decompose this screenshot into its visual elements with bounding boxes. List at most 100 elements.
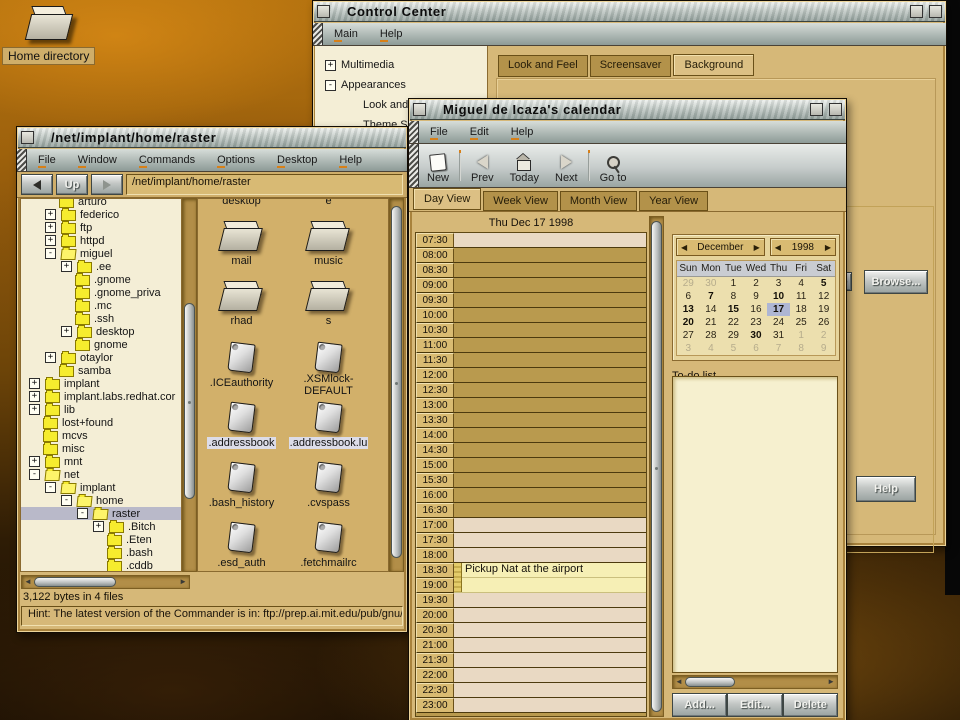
tree-toggle-icon[interactable]: - — [325, 80, 336, 91]
day-row-2230[interactable]: 22:30 — [416, 683, 646, 698]
calendar-day[interactable]: 10 — [767, 290, 790, 303]
cc-tree-item-appearances[interactable]: -Appearances — [315, 75, 487, 95]
calendar-day[interactable]: 2 — [745, 277, 768, 290]
tree-item-ee[interactable]: +.ee — [21, 260, 181, 273]
file-item-xa[interactable]: .Xa — [372, 339, 389, 399]
menu-help[interactable]: Help — [500, 123, 545, 142]
tab-screensaver[interactable]: Screensaver — [590, 55, 672, 77]
tree-toggle-icon[interactable]: + — [45, 222, 56, 233]
prev-year-icon[interactable]: ◀ — [775, 243, 781, 252]
day-row-0900[interactable]: 09:00 — [416, 278, 646, 293]
day-row-1430[interactable]: 14:30 — [416, 443, 646, 458]
appointment-handle[interactable] — [454, 563, 462, 592]
file-item-desktop[interactable]: desktop — [198, 198, 285, 219]
year-selector[interactable]: ◀ 1998 ▶ — [770, 238, 836, 256]
maximize-button[interactable] — [829, 103, 842, 116]
tree-toggle-icon[interactable]: - — [45, 248, 56, 259]
file-item-fv[interactable]: .fv — [372, 519, 389, 572]
day-row-1200[interactable]: 12:00 — [416, 368, 646, 383]
tree-item-ftp[interactable]: +ftp — [21, 221, 181, 234]
menu-commands[interactable]: Commands — [128, 151, 206, 170]
drag-handle[interactable] — [409, 144, 419, 187]
calendar-day[interactable]: 15 — [722, 303, 745, 316]
tree-item-home[interactable]: -home — [21, 494, 181, 507]
day-row-1300[interactable]: 13:00 — [416, 398, 646, 413]
edit-button[interactable]: Edit... — [727, 693, 782, 717]
file-item-e[interactable]: e — [285, 198, 372, 219]
scrollbar-thumb[interactable] — [685, 677, 735, 687]
path-entry[interactable]: /net/implant/home/raster — [126, 174, 403, 195]
home-directory-icon[interactable]: Home directory — [2, 6, 152, 65]
tree-item-mcvs[interactable]: mcvs — [21, 429, 181, 442]
icon-panel-scrollbar[interactable] — [389, 198, 404, 572]
menu-help[interactable]: Help — [328, 151, 373, 170]
calendar-day[interactable]: 19 — [812, 303, 835, 316]
browse-button[interactable]: Browse... — [864, 270, 928, 294]
menu-options[interactable]: Options — [206, 151, 266, 170]
toolbar-today-button[interactable]: Today — [502, 144, 547, 187]
iconify-button[interactable] — [810, 103, 823, 116]
day-row-2100[interactable]: 21:00 — [416, 638, 646, 653]
calendar-day[interactable]: 29 — [722, 329, 745, 342]
calendar-day[interactable]: 8 — [790, 342, 813, 355]
day-row-1630[interactable]: 16:30 — [416, 503, 646, 518]
calendar-day[interactable]: 30 — [745, 329, 768, 342]
tree-item-samba[interactable]: samba — [21, 364, 181, 377]
day-row-1400[interactable]: 14:00 — [416, 428, 646, 443]
day-row-0830[interactable]: 08:30 — [416, 263, 646, 278]
scrollbar-thumb[interactable] — [651, 221, 662, 712]
calendar-day[interactable]: 27 — [677, 329, 700, 342]
tab-look-and-feel[interactable]: Look and Feel — [498, 55, 588, 77]
tree-toggle-icon[interactable]: + — [29, 404, 40, 415]
day-view-scrollbar[interactable] — [649, 216, 664, 717]
file-item-addressbook[interactable]: .addressbook — [198, 399, 285, 459]
calendar-day[interactable]: 16 — [745, 303, 768, 316]
calendar-day[interactable]: 4 — [700, 342, 723, 355]
tree-item-eten[interactable]: .Eten — [21, 533, 181, 546]
calendar-day[interactable]: 25 — [790, 316, 813, 329]
tree-toggle-icon[interactable]: + — [29, 378, 40, 389]
toolbar-prev-button[interactable]: Prev — [463, 144, 502, 187]
day-row-2200[interactable]: 22:00 — [416, 668, 646, 683]
day-row-1030[interactable]: 10:30 — [416, 323, 646, 338]
calendar-day[interactable]: 28 — [700, 329, 723, 342]
delete-button[interactable]: Delete — [783, 693, 838, 717]
day-row-1330[interactable]: 13:30 — [416, 413, 646, 428]
todo-list[interactable] — [672, 376, 838, 673]
calendar-day-selected[interactable]: 17 — [767, 303, 790, 316]
tree-item-gnome[interactable]: gnome — [21, 338, 181, 351]
tree-item-cddb[interactable]: .cddb — [21, 559, 181, 572]
calendar-day[interactable]: 5 — [812, 277, 835, 290]
tree-toggle-icon[interactable]: + — [61, 326, 72, 337]
prev-month-icon[interactable]: ◀ — [681, 243, 687, 252]
toolbar-go-to-button[interactable]: Go to — [592, 144, 635, 187]
file-item[interactable] — [372, 279, 389, 339]
calendar-day[interactable]: 21 — [700, 316, 723, 329]
forward-button[interactable] — [91, 174, 123, 195]
tree-item-gnome[interactable]: .gnome — [21, 273, 181, 286]
calendar-day[interactable]: 26 — [812, 316, 835, 329]
calendar-day[interactable]: 13 — [677, 303, 700, 316]
day-row-1730[interactable]: 17:30 — [416, 533, 646, 548]
file-item-rhad[interactable]: rhad — [198, 279, 285, 339]
calendar-day[interactable]: 8 — [722, 290, 745, 303]
toolbar-new-button[interactable]: New — [419, 144, 457, 187]
tree-item-mnt[interactable]: +mnt — [21, 455, 181, 468]
calendar-day[interactable]: 12 — [812, 290, 835, 303]
window-menu-button[interactable] — [413, 103, 426, 116]
tree-item-arturo[interactable]: arturo — [21, 198, 181, 208]
tree-toggle-icon[interactable]: + — [325, 60, 336, 71]
calendar-day[interactable]: 29 — [677, 277, 700, 290]
file-item-cvspass[interactable]: .cvspass — [285, 459, 372, 519]
day-row-1600[interactable]: 16:00 — [416, 488, 646, 503]
day-row-1800[interactable]: 18:00 — [416, 548, 646, 563]
scrollbar-thumb[interactable] — [391, 206, 402, 558]
next-month-icon[interactable]: ▶ — [754, 243, 760, 252]
calendar-day[interactable]: 7 — [767, 342, 790, 355]
tree-toggle-icon[interactable]: + — [45, 209, 56, 220]
calendar-day[interactable]: 11 — [790, 290, 813, 303]
tree-item-otaylor[interactable]: +otaylor — [21, 351, 181, 364]
drag-handle[interactable] — [17, 149, 27, 171]
tree-horizontal-scrollbar[interactable]: ◄ ► — [21, 575, 190, 589]
tree-item-implant[interactable]: -implant — [21, 481, 181, 494]
